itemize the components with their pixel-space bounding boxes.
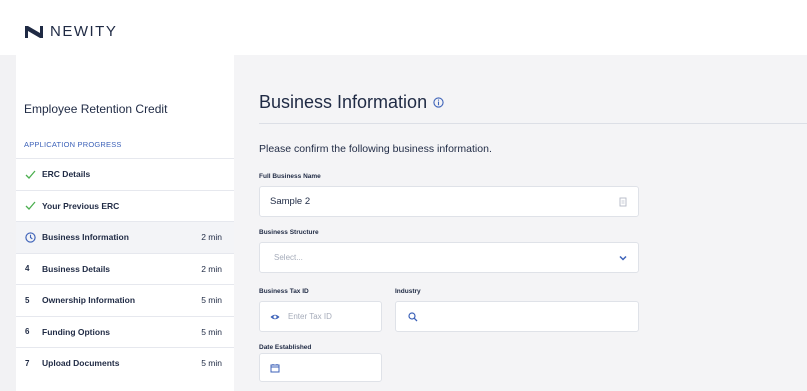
- step-number: 6: [25, 327, 30, 337]
- step-label: Your Previous ERC: [42, 200, 120, 211]
- sidebar: Employee Retention Credit APPLICATION PR…: [16, 55, 234, 391]
- step-label: Funding Options: [42, 326, 110, 337]
- step-label: Business Information: [42, 232, 129, 243]
- full-business-name-label: Full Business Name: [259, 173, 321, 180]
- business-structure-label: Business Structure: [259, 229, 319, 236]
- date-established-field[interactable]: [259, 353, 382, 382]
- step-label: Upload Documents: [42, 358, 120, 369]
- date-established-label: Date Established: [259, 344, 312, 351]
- sidebar-title: Employee Retention Credit: [24, 102, 168, 116]
- step-label: Ownership Information: [42, 295, 136, 306]
- page-title-text: Business Information: [259, 92, 428, 112]
- newity-logo-icon: [25, 25, 43, 38]
- calendar-icon: [270, 363, 280, 372]
- step-time: 5 min: [201, 326, 222, 337]
- step-time: 2 min: [201, 232, 222, 243]
- main-content: Business Information Please confirm the …: [234, 55, 807, 391]
- industry-label: Industry: [395, 288, 421, 295]
- step-business-information[interactable]: Business Information 2 min: [16, 221, 234, 253]
- clock-icon: [25, 232, 36, 243]
- check-icon: [25, 201, 36, 211]
- step-number: 5: [25, 295, 30, 305]
- step-previous-erc[interactable]: Your Previous ERC: [16, 189, 234, 222]
- chevron-down-icon: [619, 255, 627, 261]
- business-structure-placeholder: Select...: [274, 253, 303, 262]
- title-divider: [259, 123, 807, 124]
- step-time: 5 min: [201, 295, 222, 306]
- search-icon: [408, 311, 418, 321]
- business-tax-id-label: Business Tax ID: [259, 288, 309, 295]
- step-erc-details[interactable]: ERC Details: [16, 158, 234, 190]
- page-title: Business Information: [259, 92, 444, 113]
- form-prompt: Please confirm the following business in…: [259, 143, 492, 155]
- app-header: NEWITY: [0, 8, 807, 55]
- brand-name: NEWITY: [50, 23, 118, 40]
- full-business-name-field[interactable]: Sample 2: [259, 186, 639, 217]
- industry-field[interactable]: [395, 301, 639, 332]
- business-tax-id-field[interactable]: Enter Tax ID: [259, 301, 382, 332]
- business-tax-id-placeholder: Enter Tax ID: [288, 312, 332, 321]
- step-time: 5 min: [201, 358, 222, 369]
- progress-steps: ERC Details Your Previous ERC Business I…: [16, 158, 234, 379]
- check-icon: [25, 170, 36, 179]
- step-funding-options[interactable]: 6 Funding Options 5 min: [16, 315, 234, 348]
- step-ownership-information[interactable]: 5 Ownership Information 5 min: [16, 284, 234, 316]
- brand-logo[interactable]: NEWITY: [24, 23, 117, 40]
- document-icon: [619, 197, 627, 206]
- step-label: Business Details: [42, 263, 111, 274]
- step-number: 7: [25, 358, 30, 368]
- step-number: 4: [25, 264, 30, 274]
- progress-label: APPLICATION PROGRESS: [24, 140, 122, 149]
- top-strip: [0, 0, 807, 8]
- business-structure-select[interactable]: Select...: [259, 242, 639, 273]
- step-label: ERC Details: [42, 169, 91, 180]
- step-time: 2 min: [201, 263, 222, 274]
- step-upload-documents[interactable]: 7 Upload Documents 5 min: [16, 347, 234, 379]
- eye-icon[interactable]: [270, 312, 280, 322]
- full-business-name-value: Sample 2: [270, 196, 311, 207]
- info-icon[interactable]: [433, 97, 444, 108]
- step-business-details[interactable]: 4 Business Details 2 min: [16, 252, 234, 285]
